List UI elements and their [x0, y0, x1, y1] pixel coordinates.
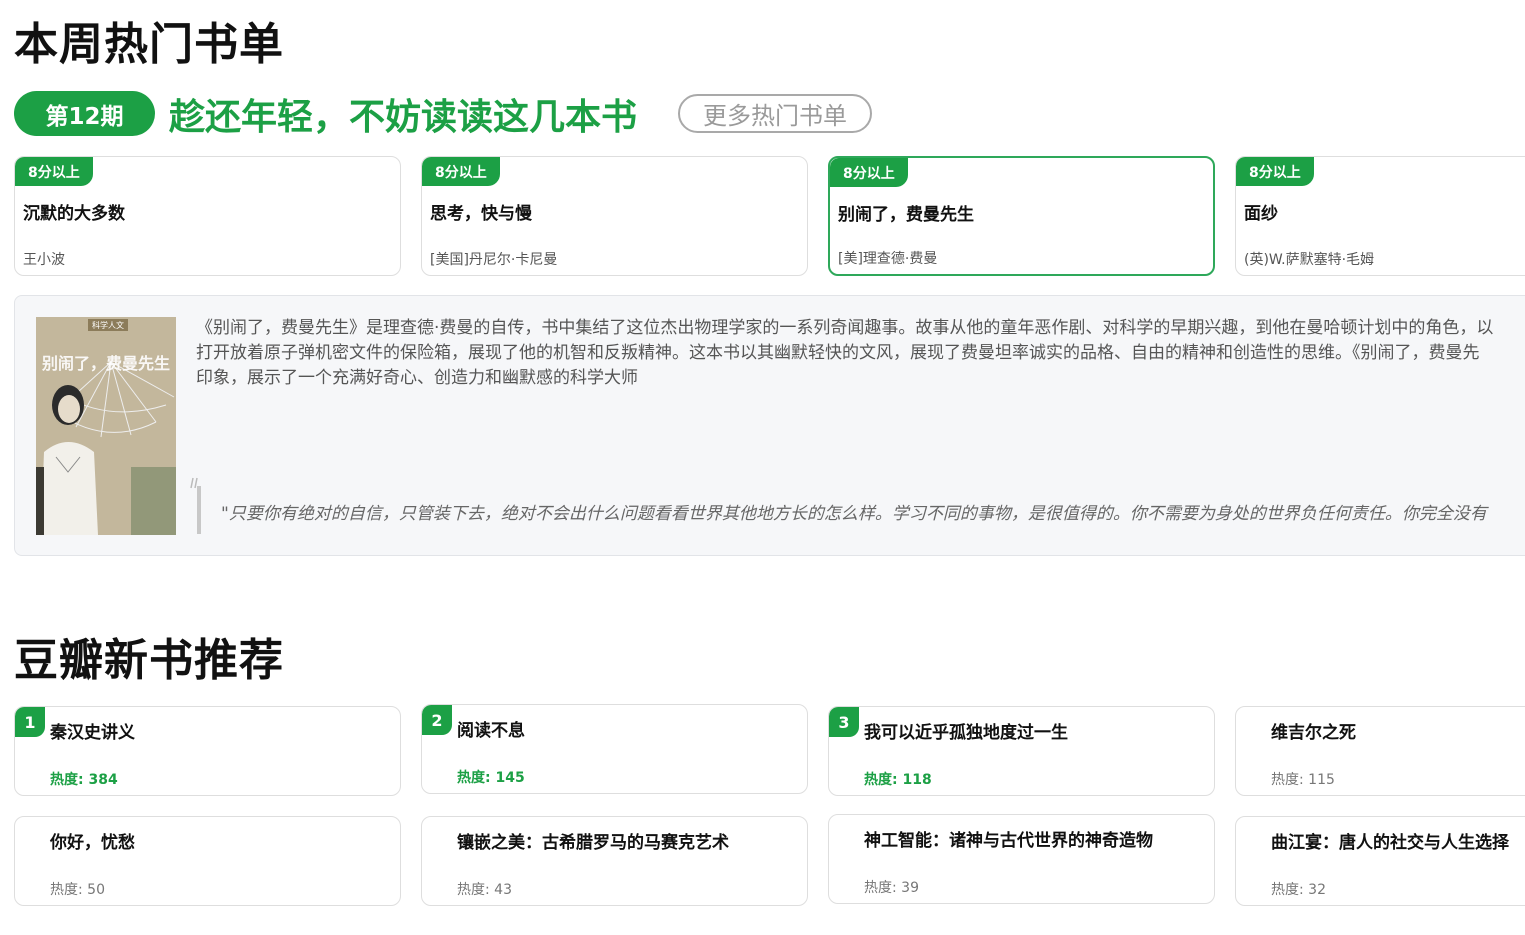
heat-score: 热度: 50 — [50, 882, 105, 898]
book-title: 沉默的大多数 — [23, 204, 125, 224]
booklist-headline: 趁还年轻，不妨读读这几本书 — [169, 97, 638, 138]
book-description: 《别闹了，费曼先生》是理查德·费曼的自传，书中集结了这位杰出物理学家的一系列奇闻… — [196, 316, 1525, 391]
new-books-title: 豆瓣新书推荐 — [14, 635, 284, 686]
heat-score: 热度: 118 — [864, 772, 932, 788]
new-book-card[interactable]: 3 我可以近乎孤独地度过一生 热度: 118 — [828, 706, 1215, 796]
new-book-card[interactable]: 2 阅读不息 热度: 145 — [421, 704, 808, 794]
quote-mark-icon — [190, 477, 201, 534]
rank-badge: 1 — [15, 707, 45, 737]
new-book-card[interactable]: 曲江宴：唐人的社交与人生选择 热度: 32 — [1235, 816, 1525, 906]
book-title: 面纱 — [1244, 204, 1278, 224]
book-card[interactable]: 8分以上 思考，快与慢 [美国]丹尼尔·卡尼曼 — [421, 156, 808, 276]
book-card[interactable]: 8分以上 面纱 (英)W.萨默塞特·毛姆 — [1235, 156, 1525, 276]
heat-score: 热度: 39 — [864, 880, 919, 896]
new-book-title: 镶嵌之美：古希腊罗马的马赛克艺术 — [457, 833, 729, 853]
book-title: 别闹了，费曼先生 — [838, 205, 974, 225]
score-tag: 8分以上 — [422, 157, 500, 186]
new-book-card[interactable]: 神工智能：诸神与古代世界的神奇造物 热度: 39 — [828, 814, 1215, 904]
heat-score: 热度: 384 — [50, 772, 118, 788]
new-book-card[interactable]: 1 秦汉史讲义 热度: 384 — [14, 706, 401, 796]
rank-badge: 3 — [829, 707, 859, 737]
score-tag: 8分以上 — [830, 158, 908, 187]
new-book-card[interactable]: 镶嵌之美：古希腊罗马的马赛克艺术 热度: 43 — [421, 816, 808, 906]
new-book-card[interactable]: 维吉尔之死 热度: 115 — [1235, 706, 1525, 796]
hot-booklist-title: 本周热门书单 — [14, 19, 284, 70]
book-card[interactable]: 8分以上 沉默的大多数 王小波 — [14, 156, 401, 276]
heat-score: 热度: 145 — [457, 770, 525, 786]
book-author: [美]理查德·费曼 — [838, 251, 938, 267]
new-book-title: 你好，忧愁 — [50, 833, 135, 853]
heat-score: 热度: 32 — [1271, 882, 1326, 898]
book-author: (英)W.萨默塞特·毛姆 — [1244, 252, 1375, 268]
page: 本周热门书单 第12期 趁还年轻，不妨读读这几本书 更多热门书单 8分以上 沉默… — [0, 0, 1525, 935]
description-line: 印象，展示了一个充满好奇心、创造力和幽默感的科学大师 — [196, 368, 638, 388]
book-author: [美国]丹尼尔·卡尼曼 — [430, 252, 558, 268]
book-author: 王小波 — [23, 252, 65, 268]
book-detail-panel: 科学人文 别闹了，费曼先生 《别闹了，费曼先生》是理查德·费曼的自传，书中集结了… — [14, 295, 1525, 556]
new-book-title: 我可以近乎孤独地度过一生 — [864, 723, 1068, 743]
rank-badge: 2 — [422, 705, 452, 735]
description-line: 《别闹了，费曼先生》是理查德·费曼的自传，书中集结了这位杰出物理学家的一系列奇闻… — [196, 318, 1494, 338]
new-book-card[interactable]: 你好，忧愁 热度: 50 — [14, 816, 401, 906]
score-tag: 8分以上 — [1236, 157, 1314, 186]
book-cover-image[interactable]: 科学人文 别闹了，费曼先生 — [36, 317, 176, 535]
cover-title-text: 别闹了，费曼先生 — [41, 354, 170, 373]
more-booklists-button[interactable]: 更多热门书单 — [678, 94, 872, 133]
cover-series-text: 科学人文 — [92, 320, 124, 330]
new-book-title: 曲江宴：唐人的社交与人生选择 — [1271, 833, 1509, 853]
new-book-title: 神工智能：诸神与古代世界的神奇造物 — [864, 831, 1153, 851]
book-quote: "只要你有绝对的自信，只管装下去，绝对不会出什么问题看看世界其他地方长的怎么样。… — [221, 504, 1487, 524]
new-book-title: 维吉尔之死 — [1271, 723, 1356, 743]
description-line: 打开放着原子弹机密文件的保险箱，展现了他的机智和反叛精神。这本书以其幽默轻快的文… — [196, 343, 1480, 363]
cover-illustration: 科学人文 别闹了，费曼先生 — [36, 317, 176, 535]
book-card-selected[interactable]: 8分以上 别闹了，费曼先生 [美]理查德·费曼 — [828, 156, 1215, 276]
heat-score: 热度: 43 — [457, 882, 512, 898]
book-title: 思考，快与慢 — [430, 204, 532, 224]
new-book-title: 阅读不息 — [457, 721, 525, 741]
new-book-title: 秦汉史讲义 — [50, 723, 135, 743]
score-tag: 8分以上 — [15, 157, 93, 186]
heat-score: 热度: 115 — [1271, 772, 1335, 788]
issue-badge: 第12期 — [14, 91, 155, 136]
